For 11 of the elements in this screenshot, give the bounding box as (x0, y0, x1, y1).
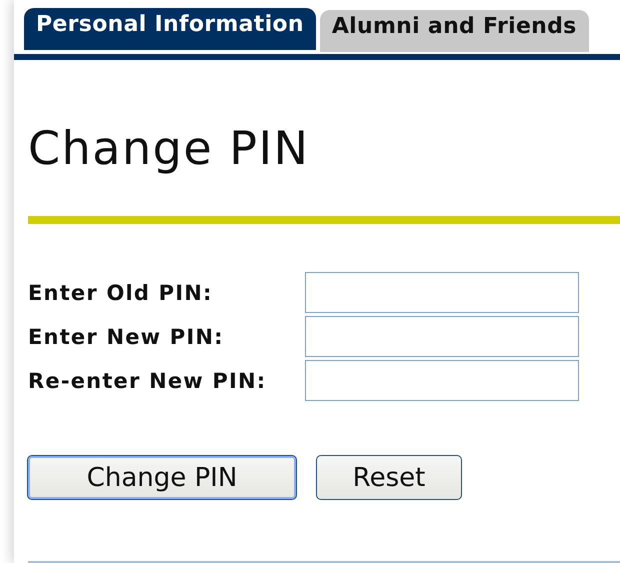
form-button[interactable]: Reset (316, 455, 462, 500)
page-heading: Change PIN (27, 120, 310, 176)
pin-input[interactable] (305, 272, 579, 313)
tab[interactable]: Alumni and Friends (320, 10, 589, 52)
field-label: Re-enter New PIN: (28, 368, 268, 392)
pin-input[interactable] (305, 316, 579, 357)
field-label: Enter Old PIN: (28, 280, 214, 304)
pin-input[interactable] (305, 360, 579, 401)
form-button[interactable]: Change PIN (27, 455, 297, 500)
field-label: Enter New PIN: (28, 324, 225, 348)
tab[interactable]: Personal Information (24, 8, 316, 50)
